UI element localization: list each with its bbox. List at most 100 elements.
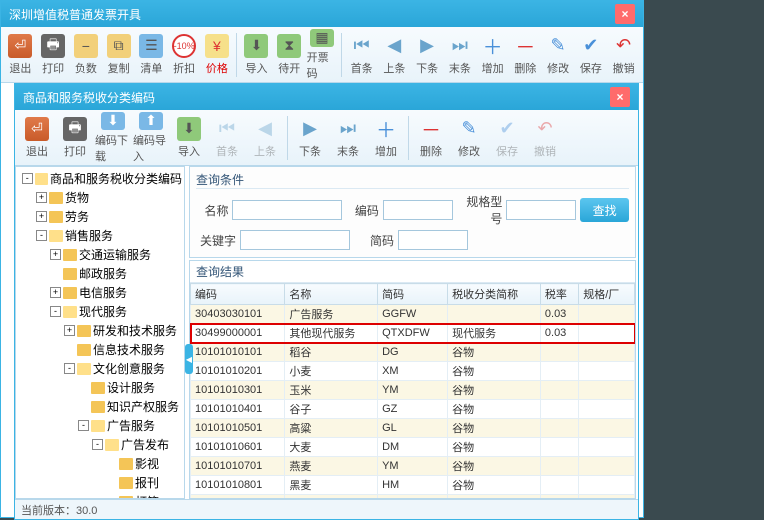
col-header[interactable]: 税率	[540, 284, 578, 305]
tree-node[interactable]: +电信服务	[18, 283, 182, 302]
toolbtn-下条[interactable]: ▶下条	[292, 112, 328, 164]
tree-toggle[interactable]: -	[50, 306, 61, 317]
toolbtn-复制[interactable]: ⧉复制	[103, 29, 134, 81]
input-code[interactable]	[383, 200, 453, 220]
cell	[540, 400, 578, 419]
tree-toggle[interactable]: -	[36, 230, 47, 241]
table-row[interactable]: 10101010301玉米YM谷物	[191, 381, 635, 400]
tree-label: 设计服务	[107, 379, 155, 396]
result-table-wrap[interactable]: 编码名称简码税收分类简称税率规格/厂 30403030101广告服务GGFW0.…	[190, 283, 635, 498]
input-keyword[interactable]	[240, 230, 350, 250]
toolbtn-编码导入[interactable]: ⬆编码导入	[133, 112, 169, 164]
col-header[interactable]: 简码	[378, 284, 448, 305]
toolbtn-价格[interactable]: ¥价格	[202, 29, 233, 81]
tree-node[interactable]: -销售服务	[18, 226, 182, 245]
input-spec[interactable]	[506, 200, 576, 220]
toolbtn-编码下载[interactable]: ⬇编码下载	[95, 112, 131, 164]
tree-node[interactable]: - 现代服务	[18, 302, 182, 321]
code-lookup-window: 商品和服务税收分类编码 × ⏎退出🖶打印⬇编码下载⬆编码导入⬇导入⏮首条◀上条▶…	[14, 83, 639, 520]
tree-node[interactable]: -文化创意服务	[18, 359, 182, 378]
tree-node[interactable]: -广告服务	[18, 416, 182, 435]
tree-toggle[interactable]: -	[78, 420, 89, 431]
table-row[interactable]: 10101010101稻谷DG谷物	[191, 343, 635, 362]
cell	[540, 457, 578, 476]
table-row[interactable]: 10101010601大麦DM谷物	[191, 438, 635, 457]
input-name[interactable]	[232, 200, 342, 220]
tree-toggle[interactable]: +	[50, 249, 61, 260]
tree-node[interactable]: +交通运输服务	[18, 245, 182, 264]
toolbtn-清单[interactable]: ☰清单	[136, 29, 167, 81]
toolbtn-打印[interactable]: 🖶打印	[38, 29, 69, 81]
toolbtn-增加[interactable]: ＋增加	[368, 112, 404, 164]
tree-toggle[interactable]: -	[22, 173, 33, 184]
toolbtn-修改[interactable]: ✎修改	[451, 112, 487, 164]
tree-node[interactable]: +货物	[18, 188, 182, 207]
tree-toggle[interactable]: +	[36, 211, 47, 222]
tree-node[interactable]: -广告发布	[18, 435, 182, 454]
category-tree[interactable]: -商品和服务税收分类编码+货物+劳务-销售服务+交通运输服务邮政服务+电信服务-…	[15, 166, 185, 499]
tree-node[interactable]: +劳务	[18, 207, 182, 226]
toolbtn-折扣[interactable]: -10%折扣	[169, 29, 200, 81]
table-row[interactable]: 10101010501高粱GL谷物	[191, 419, 635, 438]
label-code: 编码	[346, 202, 378, 219]
table-row[interactable]: 10101010201小麦XM谷物	[191, 362, 635, 381]
tree-toggle[interactable]: +	[36, 192, 47, 203]
table-row[interactable]: 30403030101广告服务GGFW0.03	[191, 305, 635, 324]
tree-node[interactable]: 信息技术服务	[18, 340, 182, 359]
cell: 谷物	[448, 438, 541, 457]
tree-node[interactable]: 设计服务	[18, 378, 182, 397]
tree-node[interactable]: 报刊	[18, 473, 182, 492]
toolbtn-退出[interactable]: ⏎退出	[19, 112, 55, 164]
win1-close-button[interactable]: ×	[615, 4, 635, 24]
search-button[interactable]: 查找	[580, 198, 629, 222]
toolbtn-下条[interactable]: ▶下条	[412, 29, 443, 81]
toolbtn-负数[interactable]: −负数	[71, 29, 102, 81]
tree-label: 影视	[135, 455, 159, 472]
table-row[interactable]: 10101010801黑麦HM谷物	[191, 476, 635, 495]
toolbtn-删除[interactable]: －删除	[413, 112, 449, 164]
table-row[interactable]: 30499000001其他现代服务QTXDFW现代服务0.03	[191, 324, 635, 343]
tree-node[interactable]: 知识产权服务	[18, 397, 182, 416]
toolbtn-保存[interactable]: ✔保存	[575, 29, 606, 81]
cell: 30403030101	[191, 305, 285, 324]
tree-toggle[interactable]: -	[64, 363, 75, 374]
toolbtn-开票码[interactable]: ▦开票码	[307, 29, 338, 81]
col-header[interactable]: 规格/厂	[579, 284, 635, 305]
toolbtn-修改[interactable]: ✎修改	[543, 29, 574, 81]
table-row[interactable]: 10101010701燕麦YM谷物	[191, 457, 635, 476]
table-row[interactable]: 10101010401谷子GZ谷物	[191, 400, 635, 419]
toolbtn-撤销[interactable]: ↶撤销	[608, 29, 639, 81]
tree-node[interactable]: 邮政服务	[18, 264, 182, 283]
toolbtn-导入[interactable]: ⬇导入	[241, 29, 272, 81]
toolbtn-增加[interactable]: ＋增加	[477, 29, 508, 81]
tree-toggle[interactable]: +	[64, 325, 75, 336]
toolbtn-保存: ✔保存	[489, 112, 525, 164]
toolbtn-删除[interactable]: －删除	[510, 29, 541, 81]
tree-splitter[interactable]: ◀	[185, 344, 193, 374]
toolbtn-退出[interactable]: ⏎退出	[5, 29, 36, 81]
col-header[interactable]: 编码	[191, 284, 285, 305]
win2-close-button[interactable]: ×	[610, 87, 630, 107]
toolbtn-待开[interactable]: ⧗待开	[274, 29, 305, 81]
toolbtn-末条[interactable]: ⏭末条	[444, 29, 475, 81]
toolbtn-上条[interactable]: ◀上条	[379, 29, 410, 81]
col-header[interactable]: 税收分类简称	[448, 284, 541, 305]
table-row[interactable]: 10101010901荞麦M谷物	[191, 495, 635, 499]
toolbtn-打印[interactable]: 🖶打印	[57, 112, 93, 164]
input-short[interactable]	[398, 230, 468, 250]
toolbtn-首条[interactable]: ⏮首条	[346, 29, 377, 81]
tree-node[interactable]: +研发和技术服务	[18, 321, 182, 340]
cell	[540, 362, 578, 381]
tree-toggle[interactable]: -	[92, 439, 103, 450]
toolbtn-导入[interactable]: ⬇导入	[171, 112, 207, 164]
保存-icon: ✔	[495, 117, 519, 141]
tree-node[interactable]: 影视	[18, 454, 182, 473]
编码下载-icon: ⬇	[101, 112, 125, 130]
col-header[interactable]: 名称	[285, 284, 378, 305]
tree-toggle[interactable]: +	[50, 287, 61, 298]
cell: 谷物	[448, 400, 541, 419]
tree-node[interactable]: 灯箱	[18, 492, 182, 499]
toolbtn-末条[interactable]: ⏭末条	[330, 112, 366, 164]
tree-label: 现代服务	[79, 303, 127, 320]
tree-node[interactable]: -商品和服务税收分类编码	[18, 169, 182, 188]
